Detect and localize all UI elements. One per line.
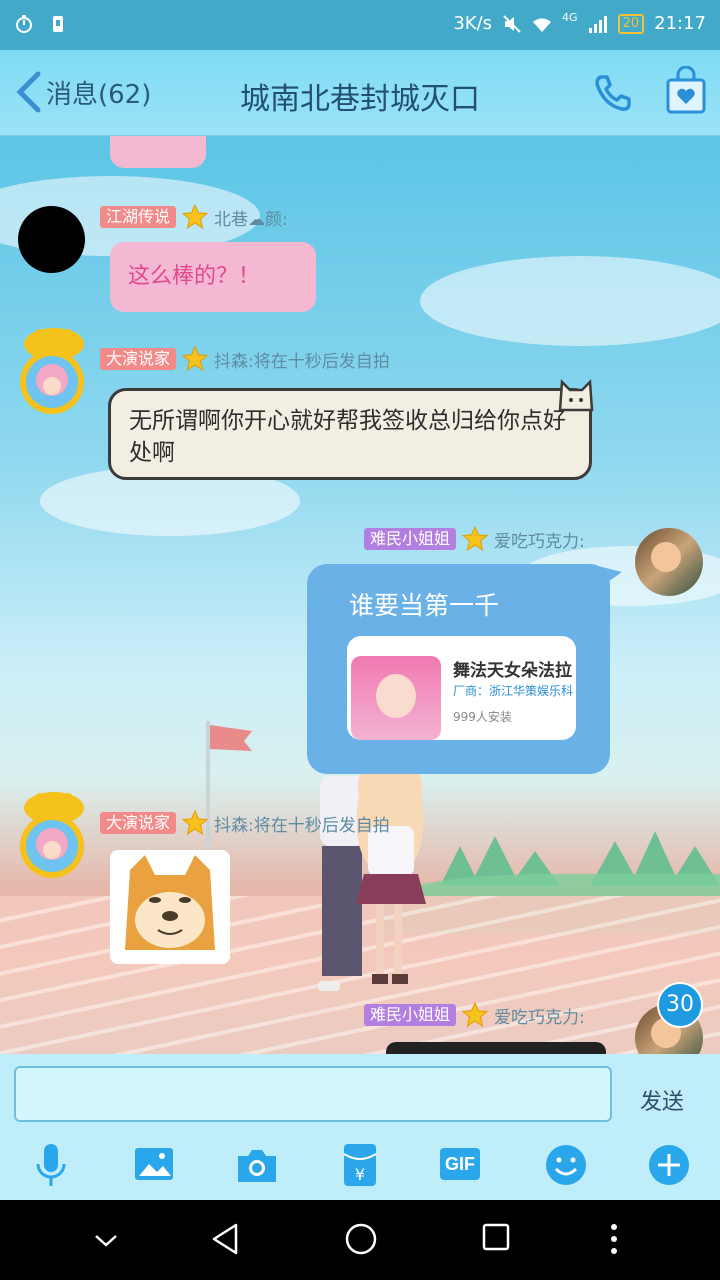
sender-name: 抖森:将在十秒后发自拍 [214,351,390,372]
star-icon [182,810,209,836]
phone-icon[interactable] [592,72,634,114]
network-type: 4G [562,11,578,24]
title-badge: 大演说家 [100,812,177,834]
star-icon [182,204,209,230]
message-bubble[interactable]: 无所谓啊你开心就好帮我签收总归给你点好处啊 [108,388,592,480]
message-meta: 难民小姐姐 爱吃巧克力: [364,1002,585,1028]
image-icon[interactable] [131,1142,177,1188]
cat-decoration-icon [558,379,594,412]
red-packet-icon[interactable]: ¥ [337,1142,383,1188]
message-bubble[interactable]: 谁要当第一千 舞法天女朵法拉 厂商：浙江华策娱乐科 999人安装 [307,564,610,774]
shiba-sticker-icon [125,855,215,950]
unread-count-badge[interactable]: 30 [657,982,703,1028]
app-installs: 999人安装 [453,710,512,724]
message-meta: 大演说家 抖森:将在十秒后发自拍 [100,810,390,836]
plus-icon[interactable] [646,1142,692,1188]
sender-name: 北巷☁颜: [214,209,288,230]
back-triangle-icon[interactable] [210,1222,240,1256]
more-options-icon[interactable] [608,1222,620,1256]
gif-icon[interactable]: GIF [440,1148,480,1180]
star-icon [182,346,209,372]
message-bubble[interactable]: 这么棒的？！ [110,242,316,312]
sender-name: 抖森:将在十秒后发自拍 [214,815,390,836]
app-share-card[interactable]: 舞法天女朵法拉 厂商：浙江华策娱乐科 999人安装 [347,636,576,740]
system-nav-bar [0,1200,720,1280]
network-speed: 3K/s [453,13,493,34]
message-meta: 大演说家 抖森:将在十秒后发自拍 [100,346,390,372]
recents-square-icon[interactable] [481,1222,511,1252]
home-circle-icon[interactable] [344,1222,378,1256]
background-couple-illustration [318,756,426,991]
camera-icon[interactable] [234,1142,280,1188]
title-badge: 难民小姐姐 [364,528,457,550]
status-bar: 3K/s 4G 20 21:17 [0,0,720,50]
sticker-image[interactable] [110,850,230,964]
message-bubble-partial[interactable] [110,136,206,168]
app-thumbnail [351,656,441,740]
input-toolbar: ¥ GIF [0,1132,720,1200]
svg-text:¥: ¥ [355,1165,365,1184]
star-icon [462,1002,489,1028]
message-text: 谁要当第一千 [349,591,500,620]
send-button[interactable]: 发送 [640,1084,684,1116]
mute-icon [503,14,521,33]
mic-icon[interactable] [28,1142,74,1188]
message-meta: 难民小姐姐 爱吃巧克力: [364,526,585,552]
timer-icon [16,15,32,33]
app-thumbnail-face [376,674,416,718]
message-input[interactable] [14,1066,612,1122]
battery-indicator: 20 [617,13,645,34]
title-badge: 江湖传说 [100,206,177,228]
app-vendor: 厂商：浙江华策娱乐科 [453,684,574,698]
app-title: 舞法天女朵法拉 [453,661,572,681]
signal-icon [588,15,607,33]
wifi-icon [533,17,552,32]
avatar[interactable] [18,206,85,273]
avatar-face [651,542,681,572]
title-badge: 大演说家 [100,348,177,370]
chevron-down-icon[interactable] [92,1230,120,1250]
chat-header: 消息(62) 城南北巷封城灭口 [0,50,720,136]
clock: 21:17 [654,13,706,34]
bubble-tail [598,566,622,586]
image-message-partial[interactable] [386,1042,606,1054]
shopping-bag-icon[interactable] [664,66,708,116]
avatar[interactable] [635,528,703,596]
emoji-icon[interactable] [543,1142,589,1188]
message-text: 这么棒的？！ [128,264,261,289]
input-bar: 发送 [0,1054,720,1132]
background-cloud [420,256,720,346]
avatar[interactable] [12,324,96,424]
sender-name: 爱吃巧克力: [494,531,585,552]
title-badge: 难民小姐姐 [364,1004,457,1026]
chat-message-list[interactable]: 江湖传说 北巷☁颜: 这么棒的？！ 大演说家 抖森:将在十秒后发自拍 无所谓啊你… [0,136,720,1054]
storage-icon [53,16,63,32]
sender-name: 爱吃巧克力: [494,1007,585,1028]
avatar[interactable] [12,788,96,888]
message-text: 无所谓啊你开心就好帮我签收总归给你点好处啊 [129,408,566,466]
star-icon [462,526,489,552]
message-meta: 江湖传说 北巷☁颜: [100,204,288,230]
